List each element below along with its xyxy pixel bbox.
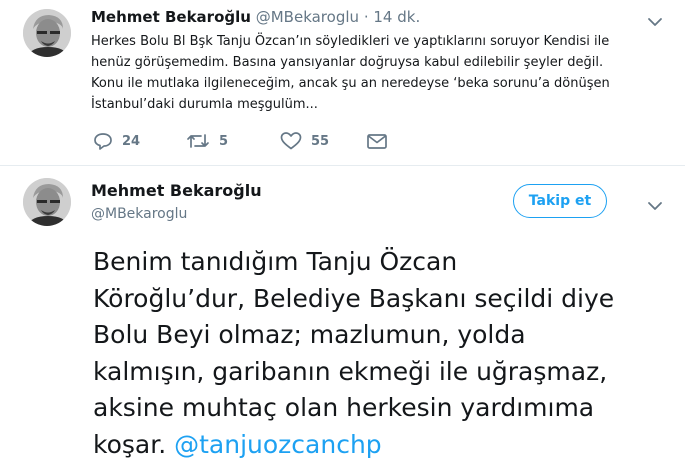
mention-link[interactable]: @tanjuozcanchp	[174, 430, 382, 459]
tweet-text-line: İstanbul’daki durumla meşgulüm...	[91, 97, 318, 112]
chevron-down-icon[interactable]	[645, 196, 665, 216]
retweet-button[interactable]: 5	[186, 132, 228, 150]
retweet-icon	[186, 132, 210, 150]
author-name[interactable]: Mehmet Bekaroğlu	[91, 8, 251, 26]
reply-button[interactable]: 24	[93, 132, 140, 150]
author-handle[interactable]: @MBekaroglu	[91, 206, 187, 222]
tweet-text-line: Köroğlu’dur, Belediye Başkanı seçildi di…	[93, 283, 615, 313]
tweet-divider	[0, 165, 685, 166]
tweet-text-line: Benim tanıdığım Tanju Özcan	[93, 247, 458, 276]
tweet-header: Mehmet Bekaroğlu @MBekaroglu · 14 dk.	[91, 8, 420, 26]
direct-message-button[interactable]	[366, 132, 388, 150]
envelope-icon	[366, 132, 388, 150]
tweet-text: Herkes Bolu Bl Bşk Tanju Özcan’ın söyled…	[91, 31, 631, 115]
avatar[interactable]	[23, 178, 71, 226]
tweet-text-line: kalmışın, garibanın ekmeği ile uğraşmaz,	[93, 356, 608, 386]
author-handle[interactable]: @MBekaroglu	[256, 8, 359, 26]
tweet-text-line: aksine muhtaç olan herkesin yardımıma	[93, 393, 595, 422]
like-button[interactable]: 55	[280, 132, 329, 150]
tweet-text-line: Bolu Beyi olmaz; mazlumun, yolda	[93, 320, 526, 349]
follow-button[interactable]: Takip et	[513, 184, 607, 218]
tweet-text-line: Herkes Bolu Bl Bşk Tanju Özcan’ın söyled…	[91, 34, 610, 49]
tweet-text-end: koşar.	[93, 429, 167, 459]
separator: ·	[363, 8, 369, 26]
heart-icon	[280, 132, 302, 150]
tweet-text-line: koşar. @tanjuozcanchp	[93, 427, 663, 464]
like-count: 55	[311, 133, 330, 149]
chevron-down-icon[interactable]	[645, 12, 665, 32]
author-name[interactable]: Mehmet Bekaroğlu	[91, 181, 262, 200]
avatar[interactable]	[23, 9, 71, 57]
avatar-photo	[23, 9, 71, 57]
timestamp[interactable]: 14 dk.	[373, 8, 420, 26]
avatar-photo	[23, 178, 71, 226]
tweet-text: Benim tanıdığım Tanju Özcan Köroğlu’dur,…	[93, 244, 663, 463]
tweet-text-line: henüz görüşemedim. Basına yansıyanlar do…	[91, 55, 604, 70]
tweet-text-line: Konu ile mutlaka ilgileneceğim, ancak şu…	[91, 76, 610, 91]
reply-count: 24	[122, 133, 141, 149]
reply-icon	[93, 132, 113, 150]
retweet-count: 5	[219, 133, 229, 149]
